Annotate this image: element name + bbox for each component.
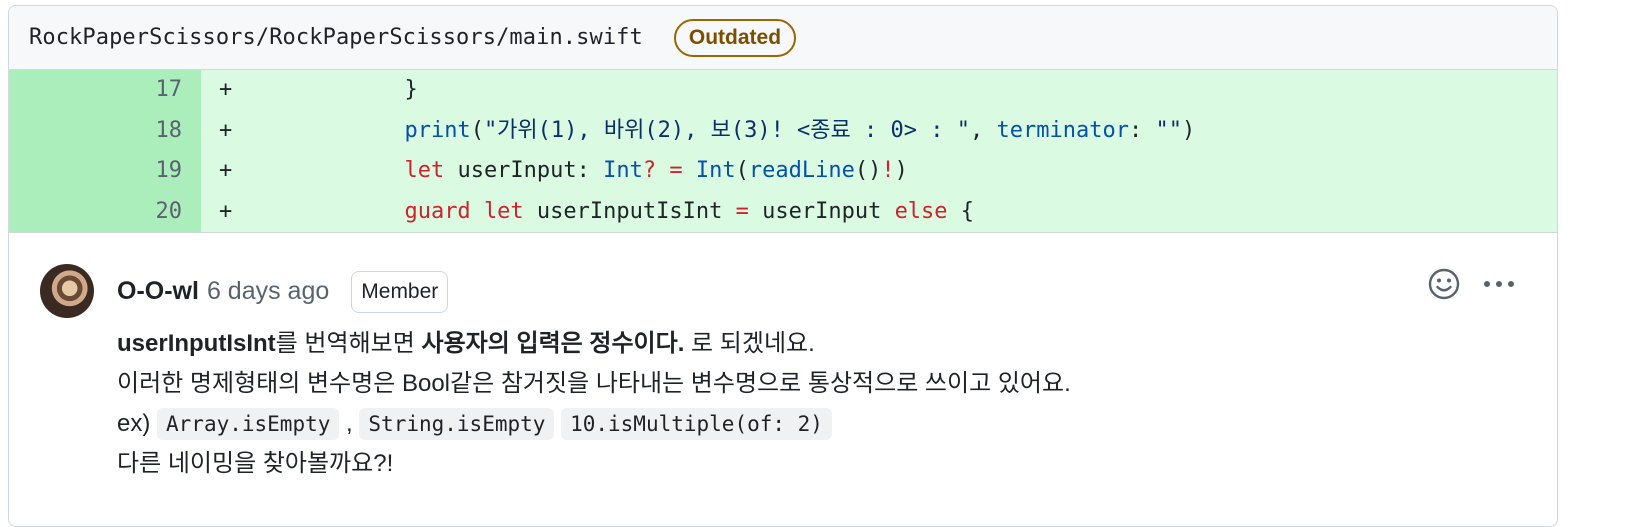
member-badge: Member xyxy=(351,270,449,313)
code-token: "가위(1), 바위(2), 보(3)! <종료 : 0> : " xyxy=(483,117,970,143)
diff-snippet: 17 + } 18 + print("가위(1), 바위(2), 보(3)! <종료 … xyxy=(9,70,1557,232)
code-token: print xyxy=(404,117,471,143)
comment-text: 를 번역해보면 xyxy=(275,330,422,357)
code-token: "" xyxy=(1155,117,1182,143)
comment-text: ex) xyxy=(117,410,158,437)
code-token: { xyxy=(947,198,975,224)
diff-sign: + xyxy=(219,198,233,224)
code-token: ) xyxy=(1181,117,1196,143)
diff-row: 19 + let userInput: Int? = Int(readLine()… xyxy=(9,151,1557,192)
code-line: + guard let userInputIsInt = userInput e… xyxy=(201,192,1557,233)
code-token: let xyxy=(483,198,524,224)
code-token: userInputIsInt xyxy=(523,198,736,224)
code-line: + print("가위(1), 바위(2), 보(3)! <종료 : 0> : … xyxy=(201,111,1557,152)
diff-row: 17 + } xyxy=(9,70,1557,111)
code-token: ) xyxy=(894,158,908,183)
code-token: userInput xyxy=(748,198,895,224)
line-number[interactable]: 17 xyxy=(9,70,201,111)
code-token: , xyxy=(970,117,997,143)
code-token: ( xyxy=(470,117,484,143)
inline-code: Array.isEmpty xyxy=(157,408,340,440)
code-token: else xyxy=(894,198,948,224)
diff-sign: + xyxy=(219,158,233,183)
comment-header: O-O-wl 6 days ago Member xyxy=(117,269,449,314)
inline-code: String.isEmpty xyxy=(359,408,555,440)
code-token: let xyxy=(404,158,445,183)
diff-row: 18 + print("가위(1), 바위(2), 보(3)! <종료 : 0> … xyxy=(9,110,1557,152)
code-token: ! xyxy=(881,158,895,183)
code-token: ( xyxy=(735,158,749,183)
code-token: Int xyxy=(695,158,736,183)
review-comment-card: RockPaperScissors/RockPaperScissors/main… xyxy=(8,5,1558,527)
code-token: terminator xyxy=(996,117,1129,143)
code-token: = xyxy=(669,158,683,183)
code-line: + } xyxy=(201,70,1557,111)
comment-line-4: 다른 네이밍을 찾아볼까요?! xyxy=(117,450,394,477)
avatar[interactable] xyxy=(40,264,94,318)
comment-line-1: userInputIsInt를 번역해보면 사용자의 입력은 정수이다. 로 되… xyxy=(117,324,1071,364)
code-line: + let userInput: Int? = Int(readLine()!) xyxy=(201,151,1557,192)
comment-body: userInputIsInt를 번역해보면 사용자의 입력은 정수이다. 로 되… xyxy=(117,324,1071,484)
code-token: } xyxy=(298,77,418,102)
line-number[interactable]: 20 xyxy=(9,191,201,232)
code-token: () xyxy=(854,158,882,183)
code-token: = xyxy=(735,198,749,224)
diff-row: 20 + guard let userInputIsInt = userInput… xyxy=(9,191,1557,233)
line-number[interactable]: 18 xyxy=(9,110,201,151)
code-token: Int xyxy=(603,158,643,183)
code-token: ? xyxy=(642,158,657,183)
kebab-horizontal-icon[interactable] xyxy=(1479,267,1519,301)
diff-sign: + xyxy=(219,77,233,102)
bold-variable-name: userInputIsInt xyxy=(117,330,276,357)
inline-code: 10.isMultiple(of: 2) xyxy=(561,408,832,440)
line-number[interactable]: 19 xyxy=(9,151,201,192)
code-token: : xyxy=(1128,117,1156,143)
file-header: RockPaperScissors/RockPaperScissors/main… xyxy=(9,6,1557,70)
timestamp-link[interactable]: 6 days ago xyxy=(207,277,329,306)
comment-line-2: 이러한 명제형태의 변수명은 Bool같은 참거짓을 나타내는 변수명으로 통상… xyxy=(117,370,1071,397)
smiley-icon[interactable] xyxy=(1427,267,1461,301)
comment-line-3: ex) Array.isEmpty , String.isEmpty 10.is… xyxy=(117,404,1071,444)
code-token: guard xyxy=(404,198,471,224)
diff-sign: + xyxy=(219,117,233,143)
comment-text: 로 되겠네요. xyxy=(684,330,815,357)
outdated-badge: Outdated xyxy=(673,18,797,57)
bold-translation: 사용자의 입력은 정수이다. xyxy=(421,330,685,357)
comment: O-O-wl 6 days ago Member userInputIsInt를… xyxy=(9,232,1557,526)
author-link[interactable]: O-O-wl xyxy=(117,277,199,306)
code-token: readLine xyxy=(748,158,855,183)
file-path-link[interactable]: RockPaperScissors/RockPaperScissors/main… xyxy=(29,25,643,50)
comment-text: , xyxy=(339,410,360,437)
code-token: userInput: xyxy=(444,158,604,183)
